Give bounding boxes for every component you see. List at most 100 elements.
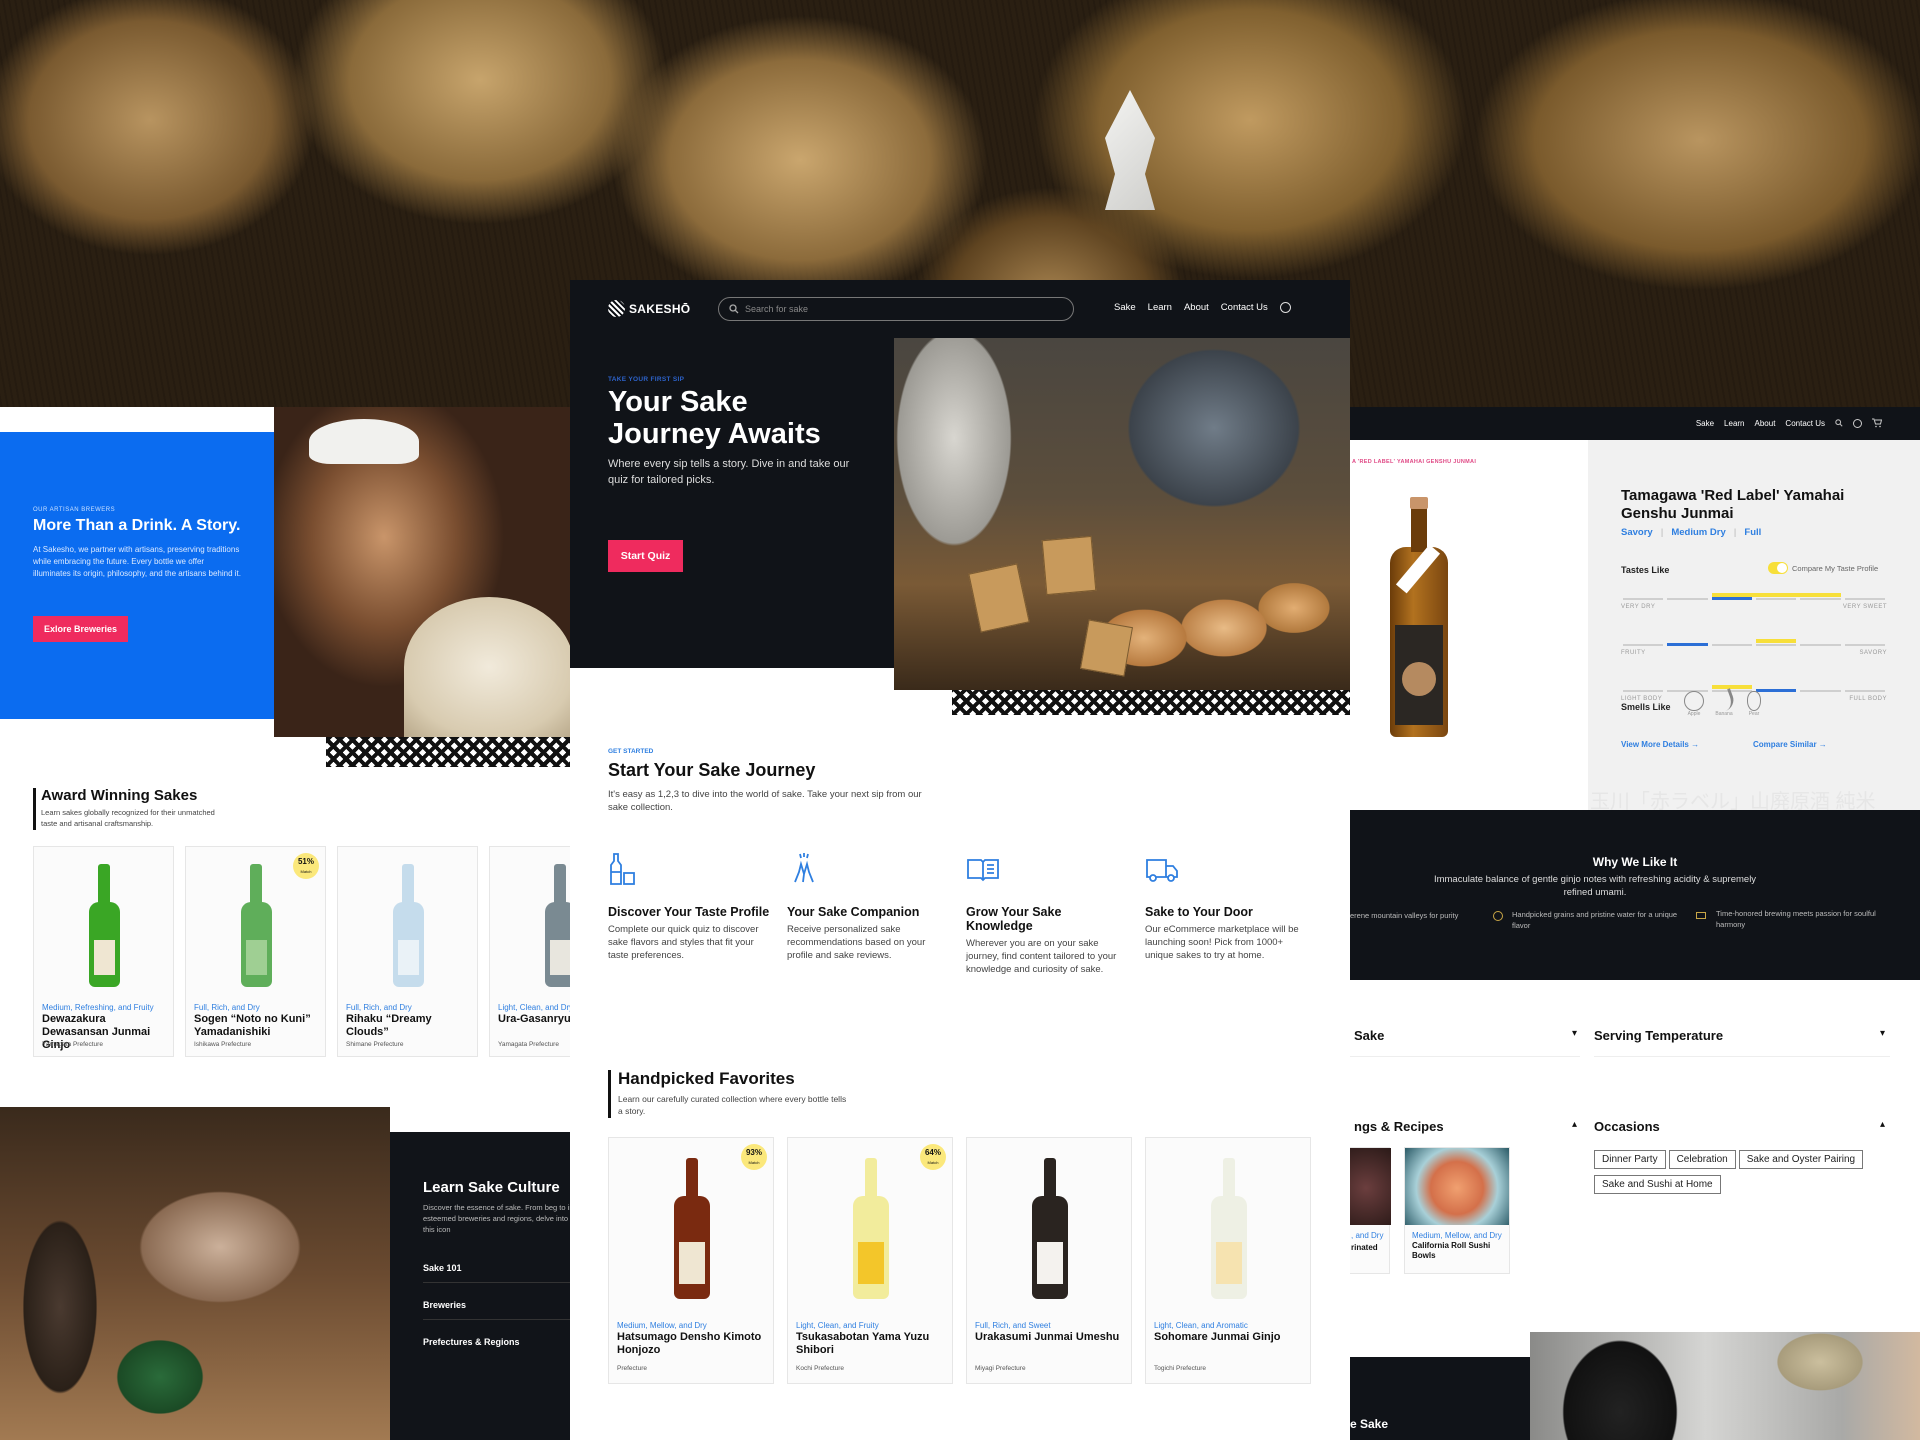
chevron-down-icon[interactable]: ▾ — [1572, 1028, 1577, 1039]
hero-title-line-2: Journey Awaits — [608, 418, 821, 450]
brewers-eyebrow: OUR ARTISAN BREWERS — [33, 507, 116, 513]
scale-segment — [1711, 644, 1752, 646]
sake-name: Rihaku “Dreamy Clouds” — [346, 1013, 432, 1039]
nav-link-sake[interactable]: Sake — [1696, 419, 1714, 428]
why-title: Why We Like It — [1592, 855, 1678, 869]
compare-taste-toggle[interactable]: Compare My Taste Profile — [1768, 562, 1878, 574]
brewer-steam-photo — [1530, 1332, 1920, 1440]
nav-link-about[interactable]: About — [1184, 302, 1209, 313]
sake-card[interactable]: Light, Clean, and Dry Ura-Gasanryu Yamagat… — [489, 846, 570, 1057]
flavor-tag: Light, Clean, and Aromatic — [1154, 1320, 1248, 1330]
sake-bottle-image — [88, 901, 120, 988]
culture-link-sake-101[interactable]: Sake 101 — [423, 1263, 462, 1273]
occasion-chip[interactable]: Dinner Party — [1594, 1150, 1666, 1169]
start-quiz-button[interactable]: Start Quiz — [608, 540, 683, 572]
match-percent: 64% — [924, 1148, 941, 1157]
toggle-label: Compare My Taste Profile — [1792, 563, 1879, 573]
feature-sake-companion: Your Sake Companion Receive personalized… — [787, 852, 952, 962]
toggle-switch[interactable] — [1768, 562, 1788, 574]
sake-bottle-image — [1031, 1195, 1069, 1300]
recipe-tag: Medium, Mellow, and Dry — [1412, 1231, 1502, 1240]
culture-title: Learn Sake Culture — [423, 1179, 560, 1196]
search-icon[interactable] — [1835, 419, 1843, 427]
sake-card[interactable]: Light, Clean, and Aromatic Sohomare Junma… — [1145, 1137, 1311, 1384]
scale-segment — [1756, 598, 1797, 600]
prefecture: Shimane Prefecture — [346, 1041, 404, 1049]
recipe-card[interactable]: Medium, Mellow, and Dry California Roll … — [1404, 1147, 1510, 1274]
flavor-tag: Light, Clean, and Fruity — [796, 1320, 879, 1330]
product-page-panel: Sake Learn About Contact Us A 'RED LABEL… — [1350, 407, 1920, 1440]
scale-segment — [1800, 690, 1841, 692]
cart-icon[interactable] — [1872, 418, 1882, 428]
logo[interactable]: SAKESHŌ — [608, 300, 690, 317]
view-more-details-link[interactable]: View More Details → — [1621, 740, 1699, 749]
product-breadcrumb[interactable]: A 'RED LABEL' YAMAHAI GENSHU JUNMAI — [1352, 459, 1476, 465]
nav-link-learn[interactable]: Learn — [1724, 419, 1744, 428]
occasion-chip[interactable]: Sake and Sushi at Home — [1594, 1175, 1721, 1194]
feature-title: Discover Your Taste Profile — [608, 905, 770, 919]
sake-name: Ura-Gasanryu — [498, 1013, 570, 1026]
product-navbar: Sake Learn About Contact Us — [1350, 407, 1920, 440]
nav-link-about[interactable]: About — [1755, 419, 1776, 428]
scale-segment — [1623, 690, 1664, 692]
sake-card[interactable]: 93% Match Medium, Mellow, and Dry Hatsumago… — [608, 1137, 774, 1384]
account-icon[interactable] — [1853, 418, 1862, 428]
nav-link-contact[interactable]: Contact Us — [1785, 419, 1825, 428]
sake-card[interactable]: Medium, Refreshing, and Fruity Dewazakura… — [33, 846, 174, 1057]
sake-card[interactable]: Full, Rich, and Sweet Urakasumi Junmai Um… — [966, 1137, 1132, 1384]
accordion-serving-temperature[interactable]: Serving Temperature — [1594, 1028, 1723, 1043]
match-badge: 51% Match — [293, 853, 319, 879]
recipe-card[interactable]: , and Dry rinated — [1350, 1147, 1391, 1274]
attribute-medium-dry[interactable]: Medium Dry — [1671, 527, 1725, 538]
sake-bottle-image — [240, 901, 272, 988]
why-point-grains: Handpicked grains and pristine water for… — [1512, 910, 1678, 930]
nav-link-sake[interactable]: Sake — [1114, 302, 1136, 313]
culture-link-breweries[interactable]: Breweries — [423, 1300, 466, 1310]
chevron-down-icon[interactable]: ▾ — [1880, 1028, 1885, 1039]
explore-breweries-button[interactable]: Exlore Breweries — [33, 616, 128, 642]
scale-segment — [1756, 644, 1797, 646]
match-percent: 93% — [745, 1148, 762, 1157]
search-icon — [729, 304, 739, 314]
awards-title: Award Winning Sakes — [41, 787, 198, 804]
match-label: Match — [748, 1160, 760, 1165]
culture-section: Learn Sake Culture Discover the essence … — [390, 1132, 570, 1440]
accordion-sake[interactable]: Sake — [1354, 1028, 1384, 1043]
chevron-pattern-divider — [952, 690, 1350, 715]
smells-list: Apple Banana Pear — [1684, 688, 1764, 717]
awards-subtitle: Learn sakes globally recognized for thei… — [41, 808, 215, 828]
section-accent-bar — [33, 788, 36, 830]
bottom-section: e Sake — [1350, 1357, 1530, 1440]
hero-kitchen-photo — [894, 338, 1350, 690]
attribute-savory[interactable]: Savory — [1621, 527, 1653, 538]
sake-card[interactable]: 51% Match Full, Rich, and Dry Sogen “Noto n… — [185, 846, 326, 1057]
culture-link-prefectures[interactable]: Prefectures & Regions — [423, 1337, 520, 1347]
chevron-up-icon[interactable]: ▴ — [1572, 1119, 1577, 1130]
occasion-chip[interactable]: Sake and Oyster Pairing — [1738, 1150, 1864, 1169]
brewing-icon — [1696, 912, 1706, 919]
accordion-pairings-recipes[interactable]: ngs & Recipes — [1354, 1119, 1444, 1134]
sake-card[interactable]: 64% Match Light, Clean, and Fruity Tsukasab… — [787, 1137, 953, 1384]
sake-card[interactable]: Full, Rich, and Dry Rihaku “Dreamy Clouds… — [337, 846, 478, 1057]
scale-segment — [1844, 690, 1885, 692]
bottom-title: e Sake — [1350, 1417, 1389, 1431]
scale-right-label: VERY SWEET — [1842, 604, 1887, 610]
attribute-full[interactable]: Full — [1744, 527, 1761, 538]
nav-link-contact[interactable]: Contact Us — [1221, 302, 1268, 313]
sake-profile-marker — [1667, 643, 1708, 646]
recipe-name: rinated — [1351, 1243, 1378, 1252]
divider — [1594, 1056, 1890, 1057]
account-icon[interactable] — [1279, 302, 1291, 313]
search-input[interactable]: Search for sake — [718, 297, 1074, 321]
open-book-icon — [967, 859, 999, 882]
chevron-up-icon[interactable]: ▴ — [1880, 1119, 1885, 1130]
scale-segment — [1800, 598, 1841, 600]
nav-link-learn[interactable]: Learn — [1148, 302, 1172, 313]
compare-similar-link[interactable]: Compare Similar → — [1753, 740, 1827, 749]
accordion-occasions[interactable]: Occasions — [1594, 1119, 1660, 1134]
occasion-chip[interactable]: Celebration — [1668, 1150, 1736, 1169]
tastes-like-title: Tastes Like — [1621, 565, 1670, 575]
sake-bottle-image — [392, 901, 424, 988]
logo-text: SAKESHŌ — [629, 301, 691, 316]
scale-segment — [1667, 598, 1708, 600]
